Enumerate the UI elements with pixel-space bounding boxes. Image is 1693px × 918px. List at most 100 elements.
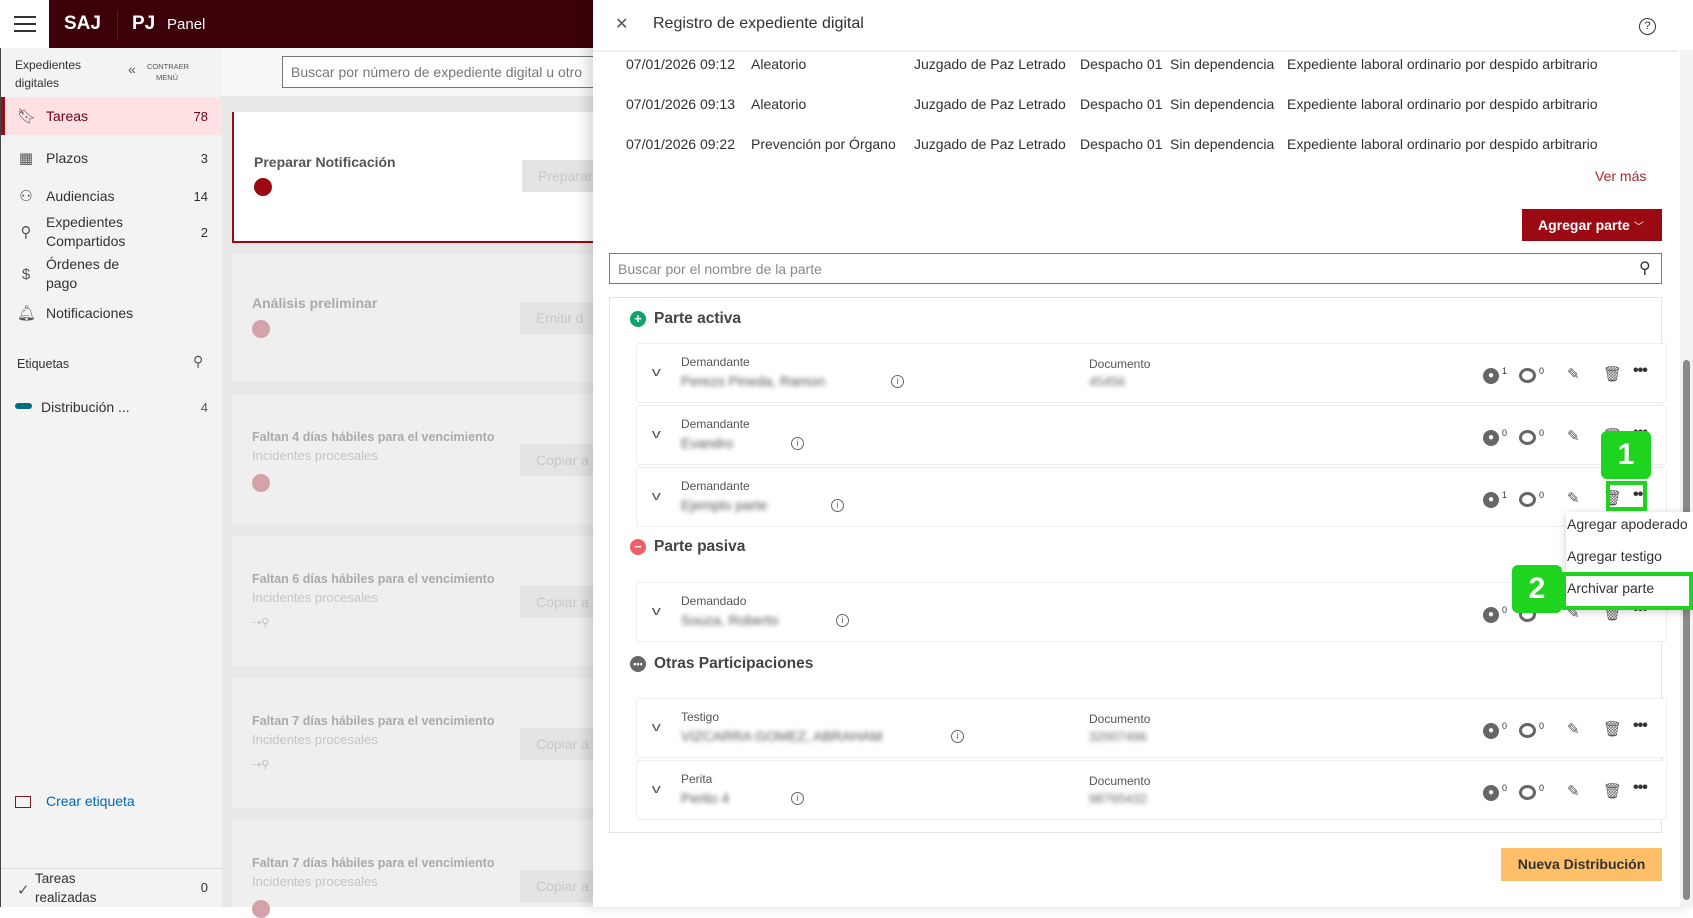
info-icon[interactable]: i bbox=[791, 792, 804, 805]
party-card[interactable]: v Testigo VIZCARRA GOMEZ, ABRAHAM i Docu… bbox=[636, 698, 1667, 758]
trash-icon[interactable]: 🗑︎ bbox=[1603, 782, 1622, 800]
collapse-menu-button[interactable]: CONTRAER MENÚ bbox=[147, 61, 189, 83]
check-icon: ✓ bbox=[17, 882, 30, 899]
document-number: 45456 bbox=[1089, 374, 1126, 389]
section-title: Panel bbox=[167, 16, 206, 33]
scrollbar-thumb[interactable] bbox=[1683, 360, 1690, 900]
more-options-button[interactable]: ••• bbox=[1633, 362, 1648, 380]
case-search-input[interactable]: Buscar por número de expediente digital … bbox=[282, 56, 602, 88]
info-icon[interactable]: i bbox=[891, 375, 904, 388]
history-cell: Expediente laboral ordinario por despido… bbox=[1287, 56, 1598, 72]
person-icon: ● bbox=[1483, 785, 1499, 801]
assign-user-icon: ⇢⚲ bbox=[252, 759, 270, 771]
comment-icon[interactable] bbox=[1519, 492, 1536, 507]
task-card[interactable]: Preparar Notificación Preparar bbox=[232, 112, 612, 243]
party-name: Souza, Roberto bbox=[681, 612, 779, 628]
chevron-down-icon: ﹀ bbox=[1633, 222, 1644, 233]
edit-icon[interactable]: ✎ bbox=[1567, 782, 1580, 800]
new-distribution-button[interactable]: Nueva Distribución bbox=[1501, 848, 1662, 881]
tag-item[interactable]: Distribución ... 4 bbox=[1, 397, 223, 417]
edit-icon[interactable]: ✎ bbox=[1567, 489, 1580, 507]
status-dot bbox=[252, 900, 270, 918]
history-cell: Aleatorio bbox=[751, 96, 807, 112]
info-icon[interactable]: i bbox=[791, 437, 804, 450]
sidebar-item-expedientes-compartidos[interactable]: ⚲ Expedientes Compartidos 2 bbox=[1, 210, 223, 254]
ver-mas-link[interactable]: Ver más bbox=[1595, 168, 1646, 184]
party-card[interactable]: v Demandante Ejemplo parte i ● 1 0 ✎ 🗑︎ •… bbox=[636, 467, 1667, 527]
history-cell: Juzgado de Paz Letrado bbox=[914, 56, 1066, 72]
sidebar-item-notificaciones[interactable]: 🔔︎ Notificaciones bbox=[1, 298, 223, 328]
create-tag-icon bbox=[15, 796, 31, 808]
help-icon[interactable]: ? bbox=[1639, 18, 1656, 35]
hamburger-menu-icon[interactable] bbox=[0, 0, 49, 48]
chevron-down-icon[interactable]: v bbox=[652, 364, 661, 379]
info-icon[interactable]: i bbox=[831, 499, 844, 512]
create-tag-link[interactable]: Crear etiqueta bbox=[46, 793, 135, 809]
bookmark-icon: 🔖︎ bbox=[17, 108, 37, 125]
chevron-down-icon[interactable]: v bbox=[652, 719, 661, 734]
history-cell: Prevención por Órgano bbox=[751, 136, 896, 152]
comment-icon[interactable] bbox=[1519, 723, 1536, 738]
assign-user-icon: ⇢⚲ bbox=[252, 617, 270, 629]
comment-icon[interactable] bbox=[1519, 368, 1536, 383]
edit-icon[interactable]: ✎ bbox=[1567, 427, 1580, 445]
panel-title: Registro de expediente digital bbox=[653, 15, 864, 32]
annotation-highlight bbox=[1606, 481, 1647, 511]
comment-icon[interactable] bbox=[1519, 785, 1536, 800]
chevron-down-icon[interactable]: v bbox=[652, 426, 661, 441]
trash-icon[interactable]: 🗑︎ bbox=[1603, 720, 1622, 738]
menu-item-agregar-testigo[interactable]: Agregar testigo bbox=[1567, 548, 1662, 564]
history-cell: Juzgado de Paz Letrado bbox=[914, 96, 1066, 112]
task-card[interactable]: Faltan 6 días hábiles para el vencimient… bbox=[232, 536, 612, 666]
plus-circle-icon: + bbox=[630, 311, 646, 327]
section-otras-participaciones: ••• Otras Participaciones bbox=[630, 655, 813, 673]
sidebar-title: Expedientes digitales bbox=[15, 58, 82, 90]
history-cell: Despacho 01 bbox=[1080, 136, 1163, 152]
party-name: Perito 4 bbox=[681, 790, 730, 806]
more-options-button[interactable]: ••• bbox=[1633, 779, 1648, 797]
collapse-icon[interactable]: « bbox=[128, 61, 136, 77]
calendar-icon: ▦ bbox=[18, 150, 34, 167]
sidebar-item-audiencias[interactable]: ⚇ Audiencias 14 bbox=[1, 181, 223, 211]
task-card[interactable]: Faltan 7 días hábiles para el vencimient… bbox=[232, 820, 612, 918]
chevron-down-icon[interactable]: v bbox=[652, 603, 661, 618]
party-name: VIZCARRA GOMEZ, ABRAHAM bbox=[681, 728, 883, 744]
tasks-done[interactable]: ✓ Tareas realizadas 0 bbox=[1, 868, 223, 907]
person-icon: ● bbox=[1483, 430, 1499, 446]
info-icon[interactable]: i bbox=[951, 730, 964, 743]
person-icon: ● bbox=[1483, 492, 1499, 508]
search-icon[interactable]: ⚲ bbox=[1639, 258, 1651, 278]
trash-icon[interactable]: 🗑︎ bbox=[1603, 365, 1622, 383]
party-card[interactable]: v Perita Perito 4 i Documento 98765432 ● 0… bbox=[636, 760, 1667, 820]
party-search-input[interactable]: Buscar por el nombre de la parte bbox=[609, 253, 1662, 284]
more-options-button[interactable]: ••• bbox=[1633, 717, 1648, 735]
party-actions: ● 1 0 ✎ 🗑︎ ••• bbox=[1483, 362, 1663, 388]
info-icon[interactable]: i bbox=[836, 614, 849, 627]
sidebar-item-ordenes-de-pago[interactable]: $ Órdenes de pago bbox=[1, 252, 223, 296]
chevron-down-icon[interactable]: v bbox=[652, 488, 661, 503]
edit-icon[interactable]: ✎ bbox=[1567, 720, 1580, 738]
edit-icon[interactable]: ✎ bbox=[1567, 365, 1580, 383]
party-name: Ejemplo parte bbox=[681, 497, 768, 513]
comment-icon[interactable] bbox=[1519, 430, 1536, 445]
task-card[interactable]: Faltan 4 días hábiles para el vencimient… bbox=[232, 394, 612, 524]
status-dot bbox=[252, 320, 270, 338]
history-cell: Sin dependencia bbox=[1170, 136, 1275, 152]
add-party-button[interactable]: Agregar parte ﹀ bbox=[1522, 209, 1662, 241]
party-card[interactable]: v Demandante Perezs Pineda, Ramon i Docu… bbox=[636, 343, 1667, 403]
person-icon: ● bbox=[1483, 368, 1499, 384]
brand-logo: SAJ bbox=[64, 13, 101, 34]
party-card[interactable]: v Demandante Evandro i ●0 0 ✎ 🗑︎ ••• bbox=[636, 405, 1667, 465]
tag-color-swatch bbox=[15, 403, 32, 409]
search-tags-icon[interactable]: ⚲ bbox=[193, 353, 203, 370]
share-user-icon: ⚲ bbox=[20, 224, 32, 241]
scrollbar[interactable] bbox=[1680, 50, 1693, 907]
sidebar-item-tareas[interactable]: 🔖︎ Tareas 78 bbox=[1, 97, 223, 135]
people-icon: ⚇ bbox=[19, 188, 33, 205]
menu-item-agregar-apoderado[interactable]: Agregar apoderado bbox=[1567, 516, 1688, 532]
sidebar-item-plazos[interactable]: ▦ Plazos 3 bbox=[1, 143, 223, 173]
task-card[interactable]: Faltan 7 días hábiles para el vencimient… bbox=[232, 678, 612, 808]
chevron-down-icon[interactable]: v bbox=[652, 781, 661, 796]
close-icon[interactable]: ✕ bbox=[615, 14, 628, 34]
task-card[interactable]: Análisis preliminar Emitir d bbox=[232, 254, 612, 382]
